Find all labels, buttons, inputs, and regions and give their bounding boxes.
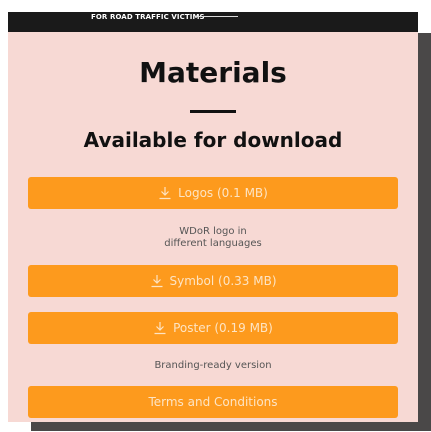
poster-note: Branding-ready version (8, 360, 418, 372)
banner-underline (196, 16, 238, 17)
banner-tagline: FOR ROAD TRAFFIC VICTIMS (91, 13, 205, 21)
materials-panel: FOR ROAD TRAFFIC VICTIMS Materials Avail… (8, 12, 418, 422)
terms-and-conditions-button[interactable]: Terms and Conditions (28, 386, 398, 418)
page-title: Materials (139, 56, 287, 89)
page-subtitle: Available for download (83, 128, 343, 152)
title-divider (190, 110, 236, 113)
logos-note-line1: WDoR logo in (179, 226, 247, 237)
download-symbol-label: Symbol (0.33 MB) (169, 274, 277, 288)
download-icon (158, 186, 172, 200)
terms-label: Terms and Conditions (148, 395, 278, 409)
download-symbol-button[interactable]: Symbol (0.33 MB) (28, 265, 398, 297)
logos-note-line2: different languages (164, 238, 262, 249)
download-icon (150, 274, 164, 288)
download-poster-label: Poster (0.19 MB) (173, 321, 273, 335)
download-logos-label: Logos (0.1 MB) (178, 186, 268, 200)
top-banner: FOR ROAD TRAFFIC VICTIMS (8, 12, 418, 32)
download-logos-button[interactable]: Logos (0.1 MB) (28, 177, 398, 209)
screenshot-stage: FOR ROAD TRAFFIC VICTIMS Materials Avail… (0, 0, 431, 432)
logos-note: WDoR logo in different languages (8, 226, 418, 250)
download-poster-button[interactable]: Poster (0.19 MB) (28, 312, 398, 344)
poster-note-line1: Branding-ready version (154, 360, 272, 371)
download-icon (153, 321, 167, 335)
